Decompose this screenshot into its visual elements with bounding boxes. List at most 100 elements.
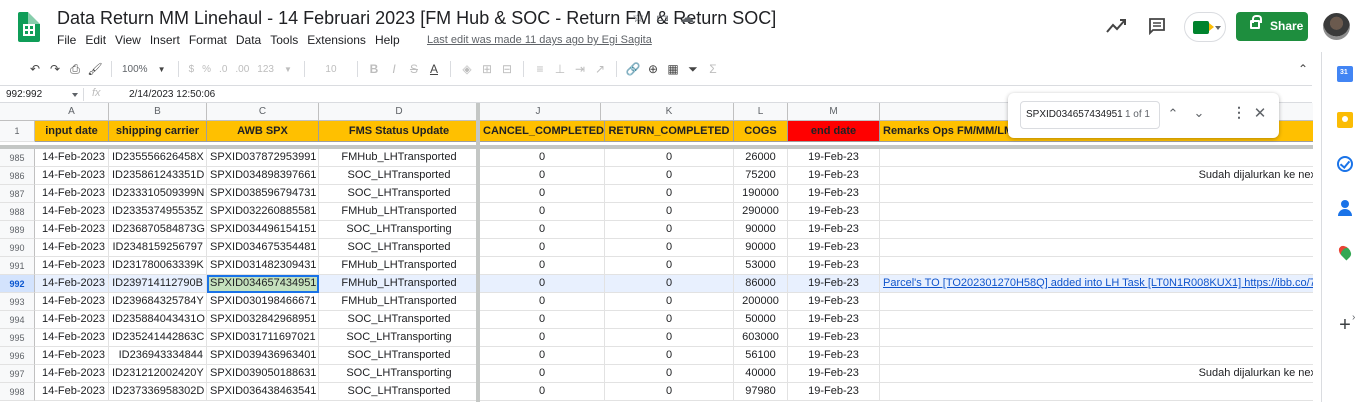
menu-format[interactable]: Format	[189, 32, 233, 47]
cell-m[interactable]: 19-Feb-23	[788, 257, 880, 275]
move-folder-icon[interactable]: ▭	[656, 9, 670, 25]
cell-l[interactable]: 603000	[734, 329, 788, 347]
cell-b[interactable]: ID233310509399N	[109, 185, 207, 203]
cell-l[interactable]: 90000	[734, 221, 788, 239]
row-header[interactable]: 987	[0, 185, 35, 203]
cell-m[interactable]: 19-Feb-23	[788, 329, 880, 347]
chevron-down-icon[interactable]: ▼	[152, 65, 172, 74]
cell-a[interactable]: 14-Feb-2023	[35, 167, 109, 185]
find-input[interactable]: SPXID034657434951 1 of 1	[1020, 101, 1160, 129]
row-header[interactable]: 993	[0, 293, 35, 311]
cell-n[interactable]	[880, 329, 1313, 347]
close-icon[interactable]: ✕	[1253, 104, 1267, 122]
cell-d[interactable]: FMHub_LHTransported	[319, 293, 480, 311]
cell-l[interactable]: 53000	[734, 257, 788, 275]
row-header[interactable]: 988	[0, 203, 35, 221]
cell-m[interactable]: 19-Feb-23	[788, 149, 880, 167]
comment-icon[interactable]	[1148, 17, 1166, 35]
cell-a[interactable]: 14-Feb-2023	[35, 203, 109, 221]
maps-icon[interactable]	[1337, 245, 1353, 261]
row-header[interactable]: 985	[0, 149, 35, 167]
paint-format-icon[interactable]: 🖌	[85, 62, 105, 76]
cell-l[interactable]: 90000	[734, 239, 788, 257]
menu-insert[interactable]: Insert	[150, 32, 186, 47]
cell-c[interactable]: SPXID034657434951	[207, 275, 319, 293]
cell-j[interactable]: 0	[480, 149, 605, 167]
cell-j[interactable]: 0	[480, 329, 605, 347]
row-header[interactable]: 1	[0, 121, 35, 142]
row-header[interactable]: 994	[0, 311, 35, 329]
header-cell[interactable]: COGS	[734, 121, 788, 142]
cell-j[interactable]: 0	[480, 383, 605, 401]
header-cell[interactable]: FMS Status Update	[319, 121, 480, 142]
cell-c[interactable]: SPXID032842968951	[207, 311, 319, 329]
more-options-icon[interactable]: ⋮	[1232, 104, 1246, 120]
row-header[interactable]: 990	[0, 239, 35, 257]
fill-color-icon[interactable]: ◈	[457, 62, 477, 76]
cell-j[interactable]: 0	[480, 311, 605, 329]
cell-j[interactable]: 0	[480, 347, 605, 365]
cell-b[interactable]: ID239714112790B	[109, 275, 207, 293]
cell-m[interactable]: 19-Feb-23	[788, 293, 880, 311]
cell-c[interactable]: SPXID038596794731	[207, 185, 319, 203]
cell-d[interactable]: SOC_LHTransported	[319, 239, 480, 257]
cell-m[interactable]: 19-Feb-23	[788, 365, 880, 383]
cell-a[interactable]: 14-Feb-2023	[35, 221, 109, 239]
cell-c[interactable]: SPXID030198466671	[207, 293, 319, 311]
cell-k[interactable]: 0	[605, 311, 734, 329]
cell-m[interactable]: 19-Feb-23	[788, 383, 880, 401]
chevron-down-icon[interactable]: ⌄	[1192, 105, 1206, 121]
increase-decimal-button[interactable]: .00	[231, 64, 253, 75]
decrease-decimal-button[interactable]: .0	[215, 64, 231, 75]
cell-d[interactable]: SOC_LHTransported	[319, 311, 480, 329]
chevron-right-icon[interactable]: ›	[1352, 312, 1362, 323]
cell-a[interactable]: 14-Feb-2023	[35, 275, 109, 293]
cell-m[interactable]: 19-Feb-23	[788, 185, 880, 203]
cell-a[interactable]: 14-Feb-2023	[35, 149, 109, 167]
cell-l[interactable]: 200000	[734, 293, 788, 311]
cell-k[interactable]: 0	[605, 329, 734, 347]
trending-icon[interactable]	[1106, 17, 1126, 35]
cell-d[interactable]: SOC_LHTransported	[319, 167, 480, 185]
column-header-k[interactable]: K	[605, 103, 734, 121]
cell-b[interactable]: ID235241442863C	[109, 329, 207, 347]
column-header-c[interactable]: C	[207, 103, 319, 121]
cell-b[interactable]: ID233537495535Z	[109, 203, 207, 221]
cell-a[interactable]: 14-Feb-2023	[35, 293, 109, 311]
menu-tools[interactable]: Tools	[270, 32, 304, 47]
header-cell[interactable]: RETURN_COMPLETED	[605, 121, 734, 142]
cell-l[interactable]: 26000	[734, 149, 788, 167]
cell-j[interactable]: 0	[480, 239, 605, 257]
cell-c[interactable]: SPXID032260885581	[207, 203, 319, 221]
cell-k[interactable]: 0	[605, 275, 734, 293]
cell-k[interactable]: 0	[605, 365, 734, 383]
calendar-icon[interactable]	[1337, 66, 1353, 82]
cell-k[interactable]: 0	[605, 383, 734, 401]
cell-d[interactable]: SOC_LHTransported	[319, 347, 480, 365]
cell-n[interactable]	[880, 203, 1313, 221]
cell-c[interactable]: SPXID031482309431	[207, 257, 319, 275]
cell-b[interactable]: ID235884043431O	[109, 311, 207, 329]
redo-icon[interactable]: ↷	[45, 62, 65, 76]
merge-cells-icon[interactable]: ⊟	[497, 62, 517, 76]
filter-icon[interactable]: ⏷	[683, 62, 703, 77]
cell-d[interactable]: FMHub_LHTransported	[319, 257, 480, 275]
cell-c[interactable]: SPXID034675354481	[207, 239, 319, 257]
menu-edit[interactable]: Edit	[85, 32, 112, 47]
cell-j[interactable]: 0	[480, 185, 605, 203]
cell-c[interactable]: SPXID039050188631	[207, 365, 319, 383]
cell-d[interactable]: SOC_LHTransporting	[319, 221, 480, 239]
chevron-up-icon[interactable]: ⌃	[1166, 106, 1180, 122]
name-box[interactable]: 992:992	[6, 89, 42, 100]
header-cell[interactable]: CANCEL_COMPLETED	[480, 121, 605, 142]
collapse-menu-icon[interactable]: ⌃	[1298, 62, 1312, 76]
cell-b[interactable]: ID236943334844	[109, 347, 207, 365]
cell-j[interactable]: 0	[480, 203, 605, 221]
row-header[interactable]: 986	[0, 167, 35, 185]
sheets-logo-icon[interactable]	[18, 12, 40, 42]
cell-j[interactable]: 0	[480, 293, 605, 311]
cell-k[interactable]: 0	[605, 239, 734, 257]
chevron-down-icon[interactable]	[72, 93, 78, 97]
text-color-button[interactable]: A	[424, 62, 444, 76]
column-header-b[interactable]: B	[109, 103, 207, 121]
